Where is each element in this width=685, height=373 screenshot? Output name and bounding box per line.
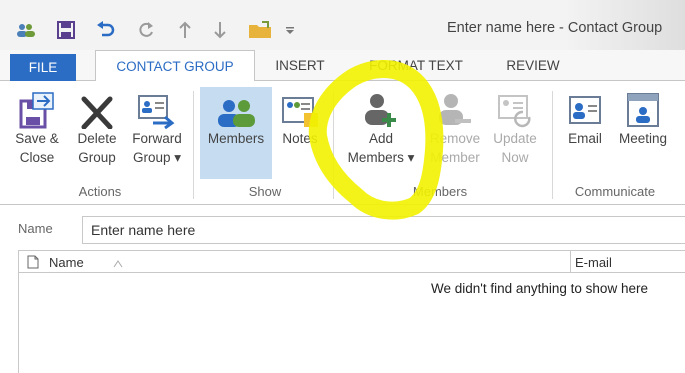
show-group-label: Show bbox=[248, 184, 282, 199]
email-button[interactable]: Email bbox=[560, 87, 610, 148]
forward-card-icon bbox=[126, 87, 188, 129]
remove-member-button[interactable]: Remove Member bbox=[425, 87, 485, 167]
group-separator bbox=[333, 91, 334, 199]
undo-icon[interactable] bbox=[94, 19, 118, 41]
meeting-label: Meeting bbox=[618, 131, 668, 146]
add-members-button[interactable]: Add Members ▾ bbox=[340, 87, 422, 167]
tab-contact-group[interactable]: CONTACT GROUP bbox=[95, 50, 255, 82]
contact-group-icon bbox=[14, 19, 38, 41]
window-title: Enter name here - Contact Group bbox=[447, 20, 663, 36]
up-arrow-icon[interactable] bbox=[173, 19, 197, 41]
empty-list-message: We didn't find anything to show here bbox=[431, 281, 648, 296]
down-arrow-icon[interactable] bbox=[208, 19, 232, 41]
add-members-label-1: Add bbox=[368, 131, 394, 146]
name-row: Name bbox=[0, 210, 685, 244]
add-person-icon bbox=[340, 87, 422, 129]
email-label: Email bbox=[568, 131, 602, 146]
forward-group-label-1: Forward bbox=[132, 131, 182, 146]
add-members-label-2: Members ▾ bbox=[347, 150, 415, 165]
tab-insert[interactable]: INSERT bbox=[262, 50, 338, 81]
column-header-name[interactable]: Name bbox=[49, 255, 84, 270]
update-refresh-icon bbox=[487, 87, 543, 129]
column-header-email[interactable]: E-mail bbox=[575, 255, 612, 270]
title-bar: Enter name here - Contact Group bbox=[0, 0, 685, 50]
group-separator bbox=[193, 91, 194, 199]
delete-group-button[interactable]: Delete Group bbox=[73, 87, 121, 167]
save-close-label-1: Save & bbox=[15, 131, 59, 146]
delete-group-label-1: Delete bbox=[77, 131, 117, 146]
save-close-button[interactable]: Save & Close bbox=[12, 87, 62, 167]
delete-x-icon bbox=[73, 87, 121, 129]
notes-label: Notes bbox=[282, 131, 318, 146]
folder-icon[interactable] bbox=[246, 19, 274, 41]
redo-icon[interactable] bbox=[134, 19, 158, 41]
tab-format-text[interactable]: FORMAT TEXT bbox=[357, 50, 475, 81]
save-icon[interactable] bbox=[54, 19, 78, 41]
communicate-group-label: Communicate bbox=[574, 184, 656, 199]
save-close-icon bbox=[12, 87, 62, 129]
meeting-calendar-icon bbox=[612, 87, 674, 129]
update-now-label-1: Update bbox=[493, 131, 537, 146]
save-close-label-2: Close bbox=[19, 150, 55, 165]
notes-button[interactable]: Notes bbox=[276, 87, 324, 148]
name-label: Name bbox=[18, 221, 53, 236]
customize-dropdown-icon[interactable] bbox=[282, 19, 298, 41]
tab-file[interactable]: FILE bbox=[10, 54, 76, 81]
sort-ascending-icon bbox=[113, 256, 123, 271]
document-icon bbox=[27, 255, 39, 272]
group-separator bbox=[552, 91, 553, 199]
tab-review[interactable]: REVIEW bbox=[496, 50, 570, 81]
notes-card-icon bbox=[276, 87, 324, 129]
members-view-label: Members bbox=[207, 131, 265, 146]
members-group-label: Members bbox=[412, 184, 468, 199]
members-view-button[interactable]: Members bbox=[200, 87, 272, 179]
remove-member-label-2: Member bbox=[430, 150, 480, 165]
email-contact-icon bbox=[560, 87, 610, 129]
column-divider[interactable] bbox=[570, 251, 571, 273]
ribbon-tabs: FILE CONTACT GROUP INSERT FORMAT TEXT RE… bbox=[0, 50, 685, 82]
update-now-label-2: Now bbox=[501, 150, 529, 165]
name-input[interactable] bbox=[82, 216, 685, 244]
ribbon: Save & Close Delete Group Forward Group … bbox=[0, 81, 685, 205]
members-people-icon bbox=[200, 87, 272, 129]
members-list: Name E-mail We didn't find anything to s… bbox=[18, 250, 685, 373]
forward-group-label-2: Group ▾ bbox=[132, 150, 182, 165]
actions-group-label: Actions bbox=[78, 184, 122, 199]
remove-person-icon bbox=[425, 87, 485, 129]
remove-member-label-1: Remove bbox=[429, 131, 481, 146]
update-now-button[interactable]: Update Now bbox=[487, 87, 543, 167]
delete-group-label-2: Group bbox=[78, 150, 116, 165]
list-header: Name E-mail bbox=[19, 251, 685, 273]
forward-group-button[interactable]: Forward Group ▾ bbox=[126, 87, 188, 167]
meeting-button[interactable]: Meeting bbox=[612, 87, 674, 148]
